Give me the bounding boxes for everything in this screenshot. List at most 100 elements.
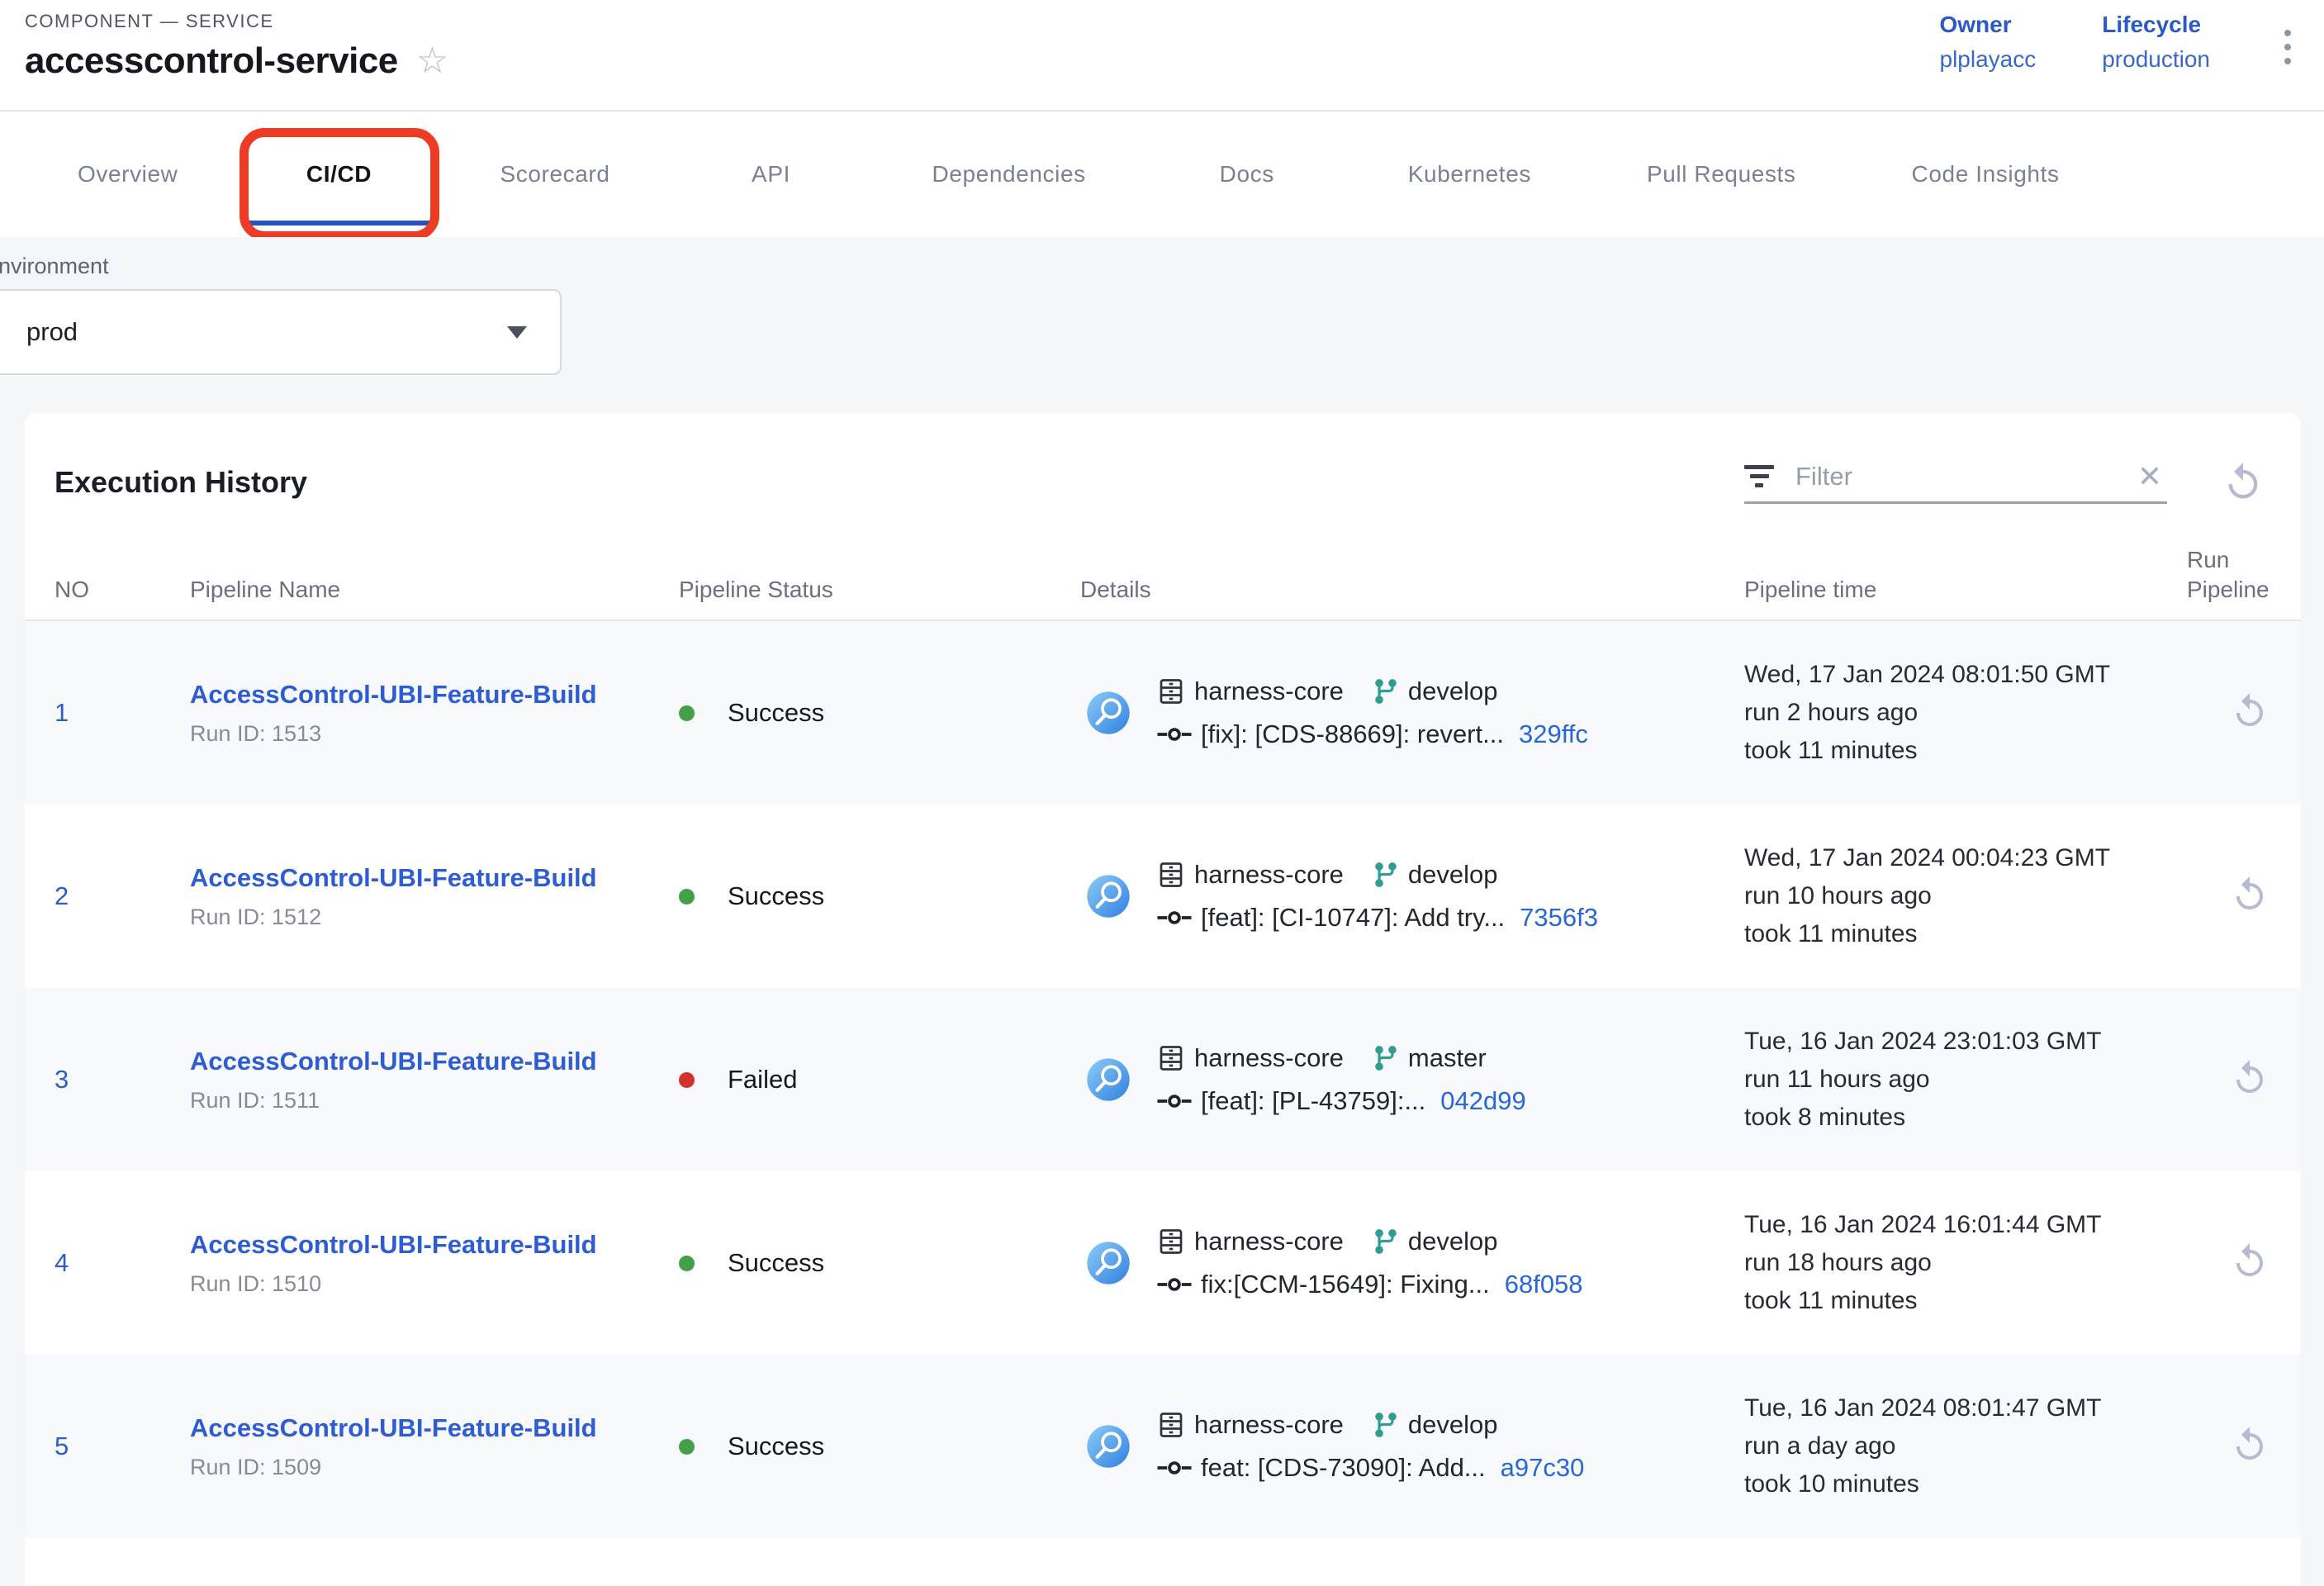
- branch-name: develop: [1408, 677, 1498, 706]
- row-number-link[interactable]: 2: [25, 881, 160, 911]
- filter-input[interactable]: [1795, 462, 2132, 491]
- run-pipeline-button[interactable]: [2230, 875, 2269, 914]
- lifecycle-block: Lifecycle production: [2102, 12, 2210, 73]
- repository-icon: [1156, 1227, 1186, 1256]
- rerun-icon: [2230, 1242, 2269, 1281]
- pipeline-execution-icon[interactable]: [1085, 873, 1131, 919]
- run-id: Run ID: 1511: [190, 1088, 649, 1114]
- execution-history-card: Execution History ✕ NO Pipeline Name Pip…: [25, 413, 2301, 1586]
- favorite-star-icon[interactable]: ☆: [416, 43, 448, 79]
- status-label: Success: [728, 1248, 824, 1278]
- pipeline-execution-icon[interactable]: [1085, 1423, 1131, 1470]
- pipeline-name-link[interactable]: AccessControl-UBI-Feature-Build: [190, 1413, 649, 1443]
- run-id: Run ID: 1510: [190, 1271, 649, 1297]
- pipeline-timestamp: Tue, 16 Jan 2024 23:01:03 GMT: [1744, 1023, 2157, 1061]
- commit-message: fix:[CCM-15649]: Fixing...: [1201, 1270, 1490, 1299]
- pipeline-time: Tue, 16 Jan 2024 23:01:03 GMT run 11 hou…: [1715, 1023, 2157, 1137]
- branch-name: develop: [1408, 1227, 1498, 1256]
- table-row: 1 AccessControl-UBI-Feature-Build Run ID…: [25, 621, 2301, 805]
- owner-block: Owner plplayacc: [1940, 12, 2037, 73]
- tab-label: Overview: [78, 161, 178, 188]
- chevron-down-icon: [507, 326, 527, 339]
- col-header-pipeline-time: Pipeline time: [1715, 575, 2157, 620]
- row-number-link[interactable]: 4: [25, 1248, 160, 1278]
- pipeline-duration: took 11 minutes: [1744, 1282, 2157, 1320]
- commit-hash-link[interactable]: 7356f3: [1520, 903, 1598, 933]
- col-header-pipeline-name: Pipeline Name: [160, 575, 649, 620]
- filter-box: ✕: [1744, 462, 2167, 504]
- commit-hash-link[interactable]: a97c30: [1501, 1453, 1585, 1483]
- commit-message: feat: [CDS-73090]: Add...: [1201, 1453, 1486, 1483]
- tab-api[interactable]: API: [668, 112, 875, 237]
- pipeline-run-ago: run 2 hours ago: [1744, 694, 2157, 732]
- refresh-icon: [2222, 461, 2265, 504]
- pipeline-name-link[interactable]: AccessControl-UBI-Feature-Build: [190, 1047, 649, 1076]
- tab-bar: Overview CI/CD Scorecard API DependenciesDoc…: [0, 112, 2324, 237]
- git-commit-icon: [1156, 905, 1193, 930]
- tab-label: Code Insights: [1912, 161, 2060, 188]
- status-label: Success: [728, 881, 824, 911]
- table-row: 3 AccessControl-UBI-Feature-Build Run ID…: [25, 988, 2301, 1171]
- tab-label: Kubernetes: [1408, 161, 1531, 188]
- pipeline-timestamp: Tue, 16 Jan 2024 08:01:47 GMT: [1744, 1389, 2157, 1427]
- pipeline-duration: took 8 minutes: [1744, 1099, 2157, 1137]
- environment-dropdown[interactable]: prod: [0, 289, 562, 375]
- pipeline-execution-icon[interactable]: [1085, 1240, 1131, 1286]
- row-number-link[interactable]: 1: [25, 698, 160, 728]
- tab-label: Pull Requests: [1647, 161, 1796, 188]
- table-row: 2 AccessControl-UBI-Feature-Build Run ID…: [25, 805, 2301, 988]
- tab-label: Scorecard: [500, 161, 610, 188]
- pipeline-name-link[interactable]: AccessControl-UBI-Feature-Build: [190, 1230, 649, 1260]
- pipeline-duration: took 11 minutes: [1744, 915, 2157, 953]
- pipeline-time: Wed, 17 Jan 2024 00:04:23 GMT run 10 hou…: [1715, 839, 2157, 953]
- col-header-pipeline-status: Pipeline Status: [649, 575, 1051, 620]
- pipeline-name-link[interactable]: AccessControl-UBI-Feature-Build: [190, 680, 649, 710]
- repository-icon: [1156, 860, 1186, 890]
- col-header-details: Details: [1051, 575, 1715, 620]
- repo-name: harness-core: [1194, 1410, 1344, 1440]
- pipeline-name-link[interactable]: AccessControl-UBI-Feature-Build: [190, 863, 649, 893]
- tab-dependencies[interactable]: Dependencies: [875, 112, 1144, 237]
- status-label: Success: [728, 698, 824, 728]
- tab-docs[interactable]: Docs: [1144, 112, 1350, 237]
- rerun-icon: [2230, 1425, 2269, 1465]
- run-pipeline-button[interactable]: [2230, 691, 2269, 731]
- run-pipeline-button[interactable]: [2230, 1058, 2269, 1098]
- pipeline-time: Tue, 16 Jan 2024 16:01:44 GMT run 18 hou…: [1715, 1206, 2157, 1320]
- filter-icon: [1744, 465, 1774, 487]
- col-header-run-pipeline: Run Pipeline: [2157, 545, 2289, 620]
- pipeline-execution-icon[interactable]: [1085, 690, 1131, 736]
- row-number-link[interactable]: 5: [25, 1432, 160, 1461]
- owner-label: Owner: [1940, 12, 2037, 38]
- run-pipeline-button[interactable]: [2230, 1425, 2269, 1465]
- refresh-button[interactable]: [2222, 461, 2265, 504]
- pipeline-execution-icon[interactable]: [1085, 1057, 1131, 1103]
- status-dot: [679, 1072, 695, 1088]
- tab-label: API: [752, 161, 790, 188]
- repo-name: harness-core: [1194, 860, 1344, 890]
- more-options-kebab-icon[interactable]: [2276, 18, 2299, 76]
- git-branch-icon: [1372, 1044, 1400, 1072]
- clear-filter-icon[interactable]: ✕: [2132, 462, 2167, 491]
- col-header-no: NO: [25, 575, 160, 620]
- tab-overview[interactable]: Overview: [20, 112, 236, 237]
- tab-code-insights[interactable]: Code Insights: [1854, 112, 2118, 237]
- tab-kubernetes[interactable]: Kubernetes: [1350, 112, 1589, 237]
- commit-hash-link[interactable]: 329ffc: [1519, 719, 1588, 749]
- commit-hash-link[interactable]: 68f058: [1505, 1270, 1583, 1299]
- row-number-link[interactable]: 3: [25, 1065, 160, 1095]
- tab-ci-cd[interactable]: CI/CD: [236, 112, 443, 237]
- tab-pull-requests[interactable]: Pull Requests: [1589, 112, 1854, 237]
- owner-link[interactable]: plplayacc: [1940, 46, 2037, 73]
- table-header: NO Pipeline Name Pipeline Status Details…: [25, 545, 2301, 621]
- run-pipeline-button[interactable]: [2230, 1242, 2269, 1281]
- status-dot: [679, 1439, 695, 1455]
- git-branch-icon: [1372, 677, 1400, 705]
- table-body: 1 AccessControl-UBI-Feature-Build Run ID…: [25, 621, 2301, 1538]
- commit-hash-link[interactable]: 042d99: [1440, 1086, 1525, 1116]
- run-id: Run ID: 1509: [190, 1455, 649, 1480]
- tab-scorecard[interactable]: Scorecard: [443, 112, 668, 237]
- commit-message: [fix]: [CDS-88669]: revert...: [1201, 719, 1504, 749]
- pipeline-timestamp: Wed, 17 Jan 2024 08:01:50 GMT: [1744, 656, 2157, 694]
- git-branch-icon: [1372, 1227, 1400, 1256]
